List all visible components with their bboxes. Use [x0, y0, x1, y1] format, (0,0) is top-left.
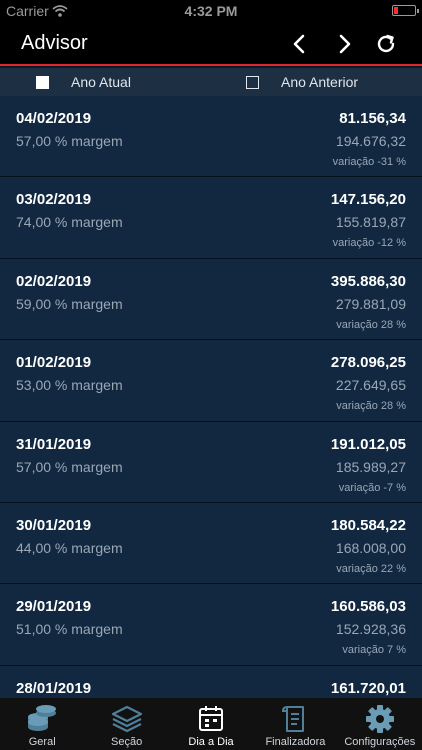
row-date: 31/01/2019 [16, 435, 92, 453]
receipt-icon [279, 704, 311, 734]
row-date: 03/02/2019 [16, 191, 92, 209]
tab-geral[interactable]: Geral [0, 698, 84, 750]
tab-finalizadora[interactable]: Finalizadora [253, 698, 337, 750]
list-item[interactable]: 28/01/2019 161.720,01 [0, 665, 422, 698]
tab-label: Seção [111, 736, 143, 748]
row-date: 30/01/2019 [16, 516, 92, 534]
row-variation: variação -31 % [332, 156, 406, 168]
row-previous-value: 155.819,87 [335, 214, 406, 231]
list-item[interactable]: 31/01/2019 57,00 % margem 191.012,05 185… [0, 421, 422, 503]
page-title: Advisor [21, 32, 88, 54]
tab-configuracoes[interactable]: Configurações [338, 698, 422, 750]
calendar-icon [195, 704, 227, 734]
current-year-checkbox[interactable] [36, 75, 49, 89]
layers-icon [111, 704, 143, 734]
tab-bar: Geral Seção Dia a Dia Finalizadora Confi… [0, 698, 422, 750]
row-margin: 57,00 % margem [16, 458, 123, 475]
row-margin: 74,00 % margem [16, 214, 123, 231]
row-variation: variação 28 % [336, 400, 406, 413]
current-year-label: Ano Atual [71, 74, 131, 90]
tab-label: Geral [28, 736, 56, 748]
row-current-value: 395.886,30 [330, 272, 406, 290]
row-current-value: 160.586,03 [330, 598, 406, 616]
row-variation: variação -12 % [332, 237, 406, 250]
list-item[interactable]: 04/02/2019 57,00 % margem 81.156,34 194.… [0, 96, 422, 178]
row-previous-value: 168.008,00 [335, 539, 406, 556]
tab-dia-a-dia[interactable]: Dia a Dia [169, 698, 253, 750]
nav-bar: Advisor [0, 22, 422, 66]
row-previous-value: 152.928,36 [335, 621, 406, 638]
chevron-left-icon [293, 34, 305, 54]
row-current-value: 278.096,25 [330, 354, 406, 372]
row-date: 29/01/2019 [16, 598, 92, 616]
refresh-icon [377, 34, 395, 53]
tab-label: Dia a Dia [188, 736, 234, 748]
list-item[interactable]: 30/01/2019 44,00 % margem 180.584,22 168… [0, 502, 422, 585]
previous-year-checkbox[interactable] [246, 75, 259, 89]
row-date: 02/02/2019 [16, 272, 92, 290]
row-margin: 51,00 % margem [16, 621, 123, 638]
row-variation: variação 28 % [336, 318, 406, 331]
row-previous-value: 185.989,27 [335, 458, 406, 475]
row-variation: variação 7 % [342, 644, 406, 657]
daily-list[interactable]: 04/02/2019 57,00 % margem 81.156,34 194.… [0, 96, 422, 698]
current-year-filter[interactable]: Ano Atual [36, 74, 131, 90]
row-date: 04/02/2019 [16, 110, 92, 127]
next-button[interactable] [330, 30, 358, 58]
coins-icon [26, 704, 58, 734]
row-current-value: 191.012,05 [330, 435, 406, 453]
tab-secao[interactable]: Seção [84, 698, 168, 750]
row-margin: 53,00 % margem [16, 377, 123, 394]
row-date: 28/01/2019 [16, 679, 92, 697]
battery-icon [392, 5, 419, 16]
chevron-right-icon [339, 34, 351, 54]
row-previous-value: 227.649,65 [335, 377, 406, 394]
row-previous-value: 279.881,09 [335, 295, 406, 312]
row-variation: variação -7 % [338, 481, 406, 494]
previous-year-filter[interactable]: Ano Anterior [246, 74, 358, 90]
row-margin: 57,00 % margem [16, 133, 123, 149]
row-previous-value: 194.676,32 [335, 133, 406, 149]
row-margin: 44,00 % margem [16, 539, 123, 556]
list-item[interactable]: 29/01/2019 51,00 % margem 160.586,03 152… [0, 584, 422, 666]
list-item[interactable]: 02/02/2019 59,00 % margem 395.886,30 279… [0, 258, 422, 341]
status-bar: Carrier 4:32 PM [0, 0, 422, 22]
row-current-value: 81.156,34 [339, 110, 406, 127]
tab-label: Finalizadora [265, 736, 326, 748]
list-item[interactable]: 03/02/2019 74,00 % margem 147.156,20 155… [0, 177, 422, 259]
refresh-button[interactable] [372, 30, 400, 58]
filter-bar: Ano Atual Ano Anterior [0, 68, 422, 96]
list-item[interactable]: 01/02/2019 53,00 % margem 278.096,25 227… [0, 340, 422, 422]
row-current-value: 180.584,22 [330, 516, 406, 534]
row-current-value: 147.156,20 [330, 191, 406, 209]
row-current-value: 161.720,01 [330, 679, 406, 697]
row-margin: 59,00 % margem [16, 295, 123, 312]
gear-icon [364, 704, 396, 734]
row-date: 01/02/2019 [16, 354, 92, 372]
row-variation: variação 22 % [336, 562, 406, 575]
previous-year-label: Ano Anterior [281, 74, 359, 90]
status-time: 4:32 PM [184, 3, 238, 19]
previous-button[interactable] [286, 30, 314, 58]
tab-label: Configurações [344, 736, 416, 748]
